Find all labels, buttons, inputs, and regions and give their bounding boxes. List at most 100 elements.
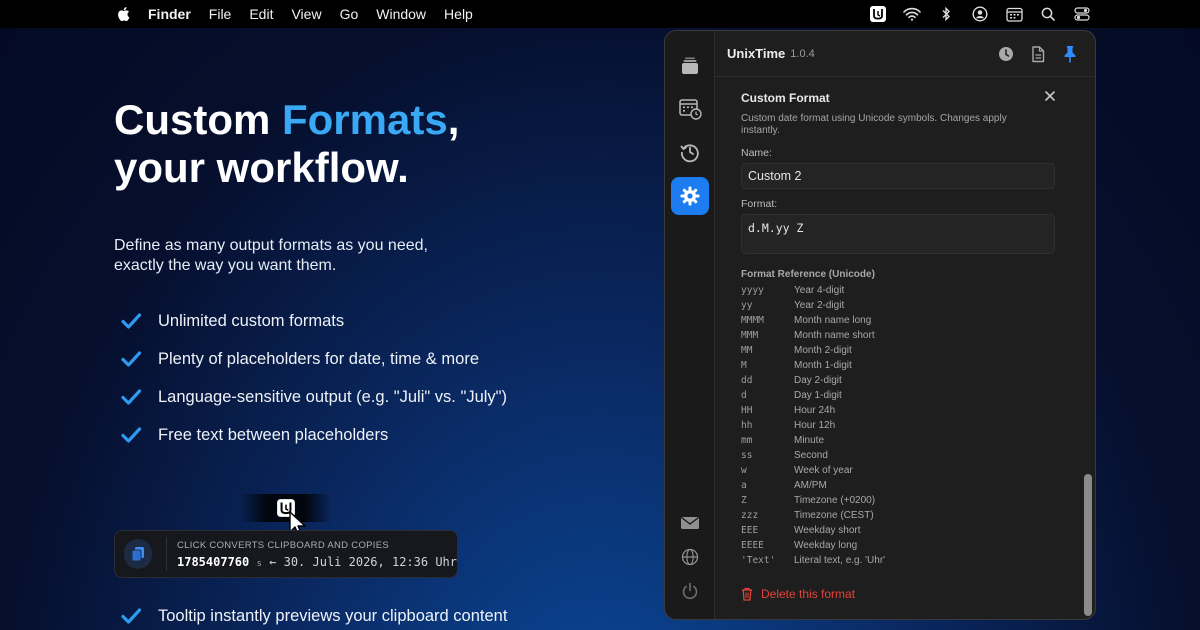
- header-actions: [997, 45, 1079, 63]
- tooltip-converted: 30. Juli 2026, 12:36 Uhr: [283, 554, 457, 569]
- reference-description: Timezone (CEST): [794, 510, 874, 521]
- tooltip-label: CLICK CONVERTS CLIPBOARD AND COPIES: [177, 539, 389, 551]
- power-icon: [682, 582, 698, 600]
- sidebar: [665, 31, 715, 619]
- format-field[interactable]: d.M.yy Z: [741, 214, 1055, 254]
- scrollbar-thumb[interactable]: [1084, 474, 1092, 616]
- reference-description: Day 1-digit: [794, 390, 842, 401]
- reference-description: Hour 12h: [794, 420, 836, 431]
- sidebar-item-history[interactable]: [671, 133, 709, 171]
- menu-help[interactable]: Help: [444, 6, 473, 22]
- feature-text: Tooltip instantly previews your clipboar…: [158, 606, 508, 625]
- reference-token: EEE: [741, 525, 759, 536]
- reference-row: yyyy Year 4-digit: [741, 283, 885, 298]
- reference-token: dd: [741, 375, 753, 386]
- reference-token: MMMM: [741, 315, 764, 326]
- reference-row: EEE Weekday short: [741, 523, 885, 538]
- clipboard-icon: [124, 539, 153, 569]
- feature-text: Free text between placeholders: [158, 425, 389, 444]
- control-center-icon[interactable]: [1072, 5, 1092, 23]
- sidebar-item-mail[interactable]: [671, 504, 709, 542]
- reference-token: hh: [741, 420, 753, 431]
- reference-row: mm Minute: [741, 433, 885, 448]
- sidebar-item-calendar[interactable]: [671, 90, 709, 128]
- app-title: UnixTime: [727, 46, 786, 61]
- pin-icon[interactable]: [1061, 45, 1079, 63]
- search-icon[interactable]: [1038, 5, 1058, 23]
- feature-item: Plenty of placeholders for date, time & …: [120, 340, 507, 378]
- delete-format-button[interactable]: Delete this format: [741, 587, 855, 601]
- menu-file[interactable]: File: [209, 6, 232, 22]
- wifi-icon[interactable]: [902, 5, 922, 23]
- checkmark-icon: [121, 351, 142, 367]
- menubar-preview-strip: [240, 494, 332, 522]
- page-title: Custom Formats, your workflow.: [114, 96, 459, 192]
- reference-description: Month 2-digit: [794, 345, 852, 356]
- headline-accent: Formats: [282, 96, 448, 143]
- reference-token: w: [741, 465, 747, 476]
- subtitle: Define as many output formats as you nee…: [114, 237, 428, 274]
- reference-row: yy Year 2-digit: [741, 298, 885, 313]
- close-icon[interactable]: [1043, 89, 1057, 103]
- checkmark-icon: [121, 389, 142, 405]
- sidebar-item-power[interactable]: [671, 572, 709, 610]
- arrow-left-icon: ←: [269, 554, 277, 569]
- sidebar-item-stack[interactable]: [671, 47, 709, 85]
- name-field[interactable]: Custom 2: [741, 163, 1055, 189]
- reference-token: HH: [741, 405, 753, 416]
- reference-token: a: [741, 480, 747, 491]
- reference-description: Hour 24h: [794, 405, 836, 416]
- menu-view[interactable]: View: [291, 6, 321, 22]
- trash-icon: [742, 587, 752, 601]
- reference-token: Z: [741, 495, 747, 506]
- reference-row: zzz Timezone (CEST): [741, 508, 885, 523]
- checkmark-icon: [121, 608, 142, 624]
- menu-edit[interactable]: Edit: [249, 6, 273, 22]
- reference-description: Year 2-digit: [794, 300, 845, 311]
- reference-description: Day 2-digit: [794, 375, 842, 386]
- unixtime-menu-icon[interactable]: [868, 5, 888, 23]
- reference-token: MM: [741, 345, 753, 356]
- checkmark-icon: [121, 427, 142, 443]
- reference-row: ss Second: [741, 448, 885, 463]
- name-label: Name:: [741, 147, 772, 159]
- user-icon[interactable]: [970, 5, 990, 23]
- headline-part1: Custom: [114, 96, 282, 143]
- bluetooth-icon[interactable]: [936, 5, 956, 23]
- sidebar-item-settings[interactable]: [671, 177, 709, 215]
- menu-finder[interactable]: Finder: [148, 6, 191, 22]
- document-icon[interactable]: [1029, 45, 1047, 63]
- feature-item: Free text between placeholders: [120, 416, 507, 454]
- menu-window[interactable]: Window: [376, 6, 426, 22]
- feature-list: Unlimited custom formats Plenty of place…: [120, 302, 507, 454]
- reference-description: Timezone (+0200): [794, 495, 876, 506]
- reference-row: Z Timezone (+0200): [741, 493, 885, 508]
- reference-title: Format Reference (Unicode): [741, 269, 875, 280]
- reference-token: mm: [741, 435, 753, 446]
- tooltip-unit: s: [256, 558, 262, 569]
- tooltip-timestamp: 1785407760: [177, 554, 250, 569]
- reference-row: a AM/PM: [741, 478, 885, 493]
- panel-title: Custom Format: [741, 91, 830, 105]
- calendar-icon[interactable]: [1004, 5, 1024, 23]
- sidebar-item-globe[interactable]: [671, 538, 709, 576]
- reference-description: Year 4-digit: [794, 285, 845, 296]
- feature-text: Plenty of placeholders for date, time & …: [158, 349, 479, 368]
- mail-icon: [681, 516, 699, 529]
- reference-list: yyyy Year 4-digit yy Year 2-digit MMMM Month …: [741, 283, 885, 568]
- reference-row: MM Month 2-digit: [741, 343, 885, 358]
- menu-go[interactable]: Go: [340, 6, 359, 22]
- app-version: 1.0.4: [790, 48, 815, 60]
- clock-icon[interactable]: [997, 45, 1015, 63]
- reference-description: Literal text, e.g. 'Uhr': [794, 555, 886, 566]
- apple-icon[interactable]: [116, 6, 130, 22]
- reference-token: M: [741, 360, 747, 371]
- reference-description: AM/PM: [794, 480, 827, 491]
- reference-row: dd Day 2-digit: [741, 373, 885, 388]
- reference-token: ss: [741, 450, 753, 461]
- clipboard-tooltip[interactable]: CLICK CONVERTS CLIPBOARD AND COPIES 1785…: [114, 530, 458, 578]
- reference-description: Week of year: [794, 465, 853, 476]
- reference-description: Month name long: [794, 315, 872, 326]
- reference-token: yyyy: [741, 285, 764, 296]
- reference-row: hh Hour 12h: [741, 418, 885, 433]
